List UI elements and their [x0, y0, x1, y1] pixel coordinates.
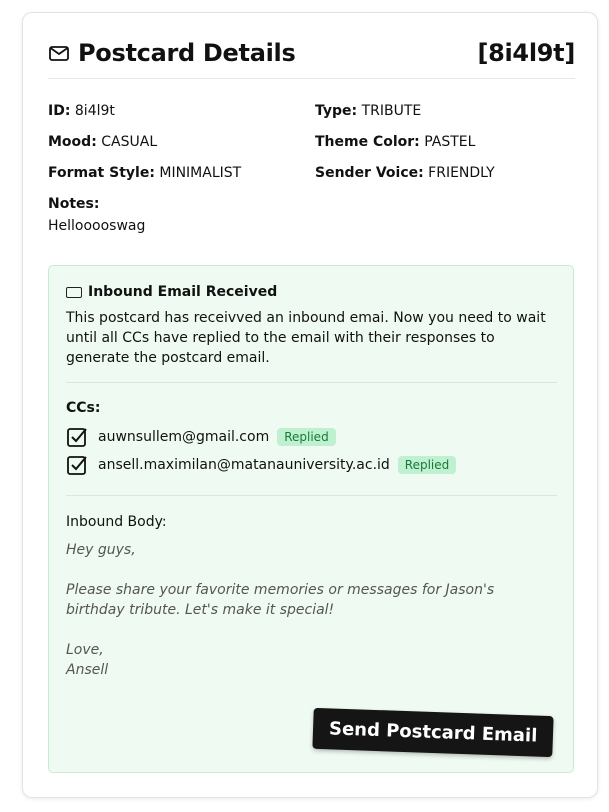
- detail-label: Type:: [315, 103, 358, 119]
- detail-value: FRIENDLY: [428, 165, 495, 181]
- inbound-email-panel: Inbound Email Received This postcard has…: [48, 265, 574, 773]
- postcard-id-badge: [8i4l9t]: [477, 39, 575, 67]
- detail-sender-voice: Sender Voice: FRIENDLY: [315, 165, 495, 185]
- inbound-title: Inbound Email Received: [88, 284, 278, 300]
- notes-label: Notes:: [48, 196, 100, 212]
- header-title-group: Postcard Details: [48, 39, 296, 67]
- card-icon: [66, 286, 82, 298]
- detail-label: Theme Color:: [315, 134, 420, 150]
- card-header: Postcard Details [8i4l9t]: [48, 37, 575, 79]
- status-badge: Replied: [277, 428, 336, 446]
- status-badge: Replied: [397, 456, 457, 474]
- detail-notes-value: Hellooooswag: [48, 218, 145, 238]
- inbound-description: This postcard has receivved an inbound e…: [66, 310, 546, 366]
- cc-email: ansell.maximilan@matanauniversity.ac.id: [98, 457, 390, 473]
- detail-value: TRIBUTE: [361, 103, 422, 119]
- inbound-heading: Inbound Email Received: [66, 284, 277, 300]
- body-greeting: Hey guys,: [66, 542, 136, 558]
- detail-mood: Mood: CASUAL: [48, 134, 157, 154]
- detail-value: PASTEL: [424, 134, 476, 150]
- divider: [66, 382, 557, 383]
- detail-format-style: Format Style: MINIMALIST: [48, 165, 241, 185]
- detail-type: Type: TRIBUTE: [315, 103, 421, 123]
- detail-label: ID:: [48, 103, 71, 119]
- inbound-body-label: Inbound Body:: [66, 514, 167, 530]
- detail-value: MINIMALIST: [159, 165, 242, 181]
- page-title: Postcard Details: [78, 39, 296, 67]
- detail-value: 8i4l9t: [74, 103, 115, 119]
- detail-label: Format Style:: [48, 165, 155, 181]
- checkbox-checked-icon[interactable]: [66, 426, 88, 448]
- send-postcard-email-button[interactable]: Send Postcard Email: [311, 707, 554, 758]
- divider: [66, 495, 557, 496]
- cc-email: auwnsullem@gmail.com: [98, 429, 270, 445]
- cc-item: auwnsullem@gmail.com Replied: [66, 426, 336, 448]
- detail-notes-label: Notes:: [48, 196, 99, 216]
- cc-item: ansell.maximilan@matanauniversity.ac.id …: [66, 454, 457, 476]
- detail-theme-color: Theme Color: PASTEL: [315, 134, 475, 154]
- detail-label: Mood:: [48, 134, 97, 150]
- body-closing: Love,: [66, 642, 104, 658]
- ccs-label: CCs:: [66, 400, 101, 416]
- body-signature: Ansell: [66, 662, 109, 678]
- notes-value: Hellooooswag: [48, 218, 146, 234]
- detail-value: CASUAL: [101, 134, 158, 150]
- checkbox-checked-icon[interactable]: [66, 454, 88, 476]
- detail-id: ID: 8i4l9t: [48, 103, 115, 123]
- body-message: Please share your favorite memories or m…: [66, 582, 495, 618]
- mail-icon: [48, 42, 70, 64]
- inbound-body-text: Hey guys, Please share your favorite mem…: [66, 540, 546, 680]
- detail-label: Sender Voice:: [315, 165, 424, 181]
- postcard-details-card: Postcard Details [8i4l9t] ID: 8i4l9t Typ…: [22, 12, 598, 798]
